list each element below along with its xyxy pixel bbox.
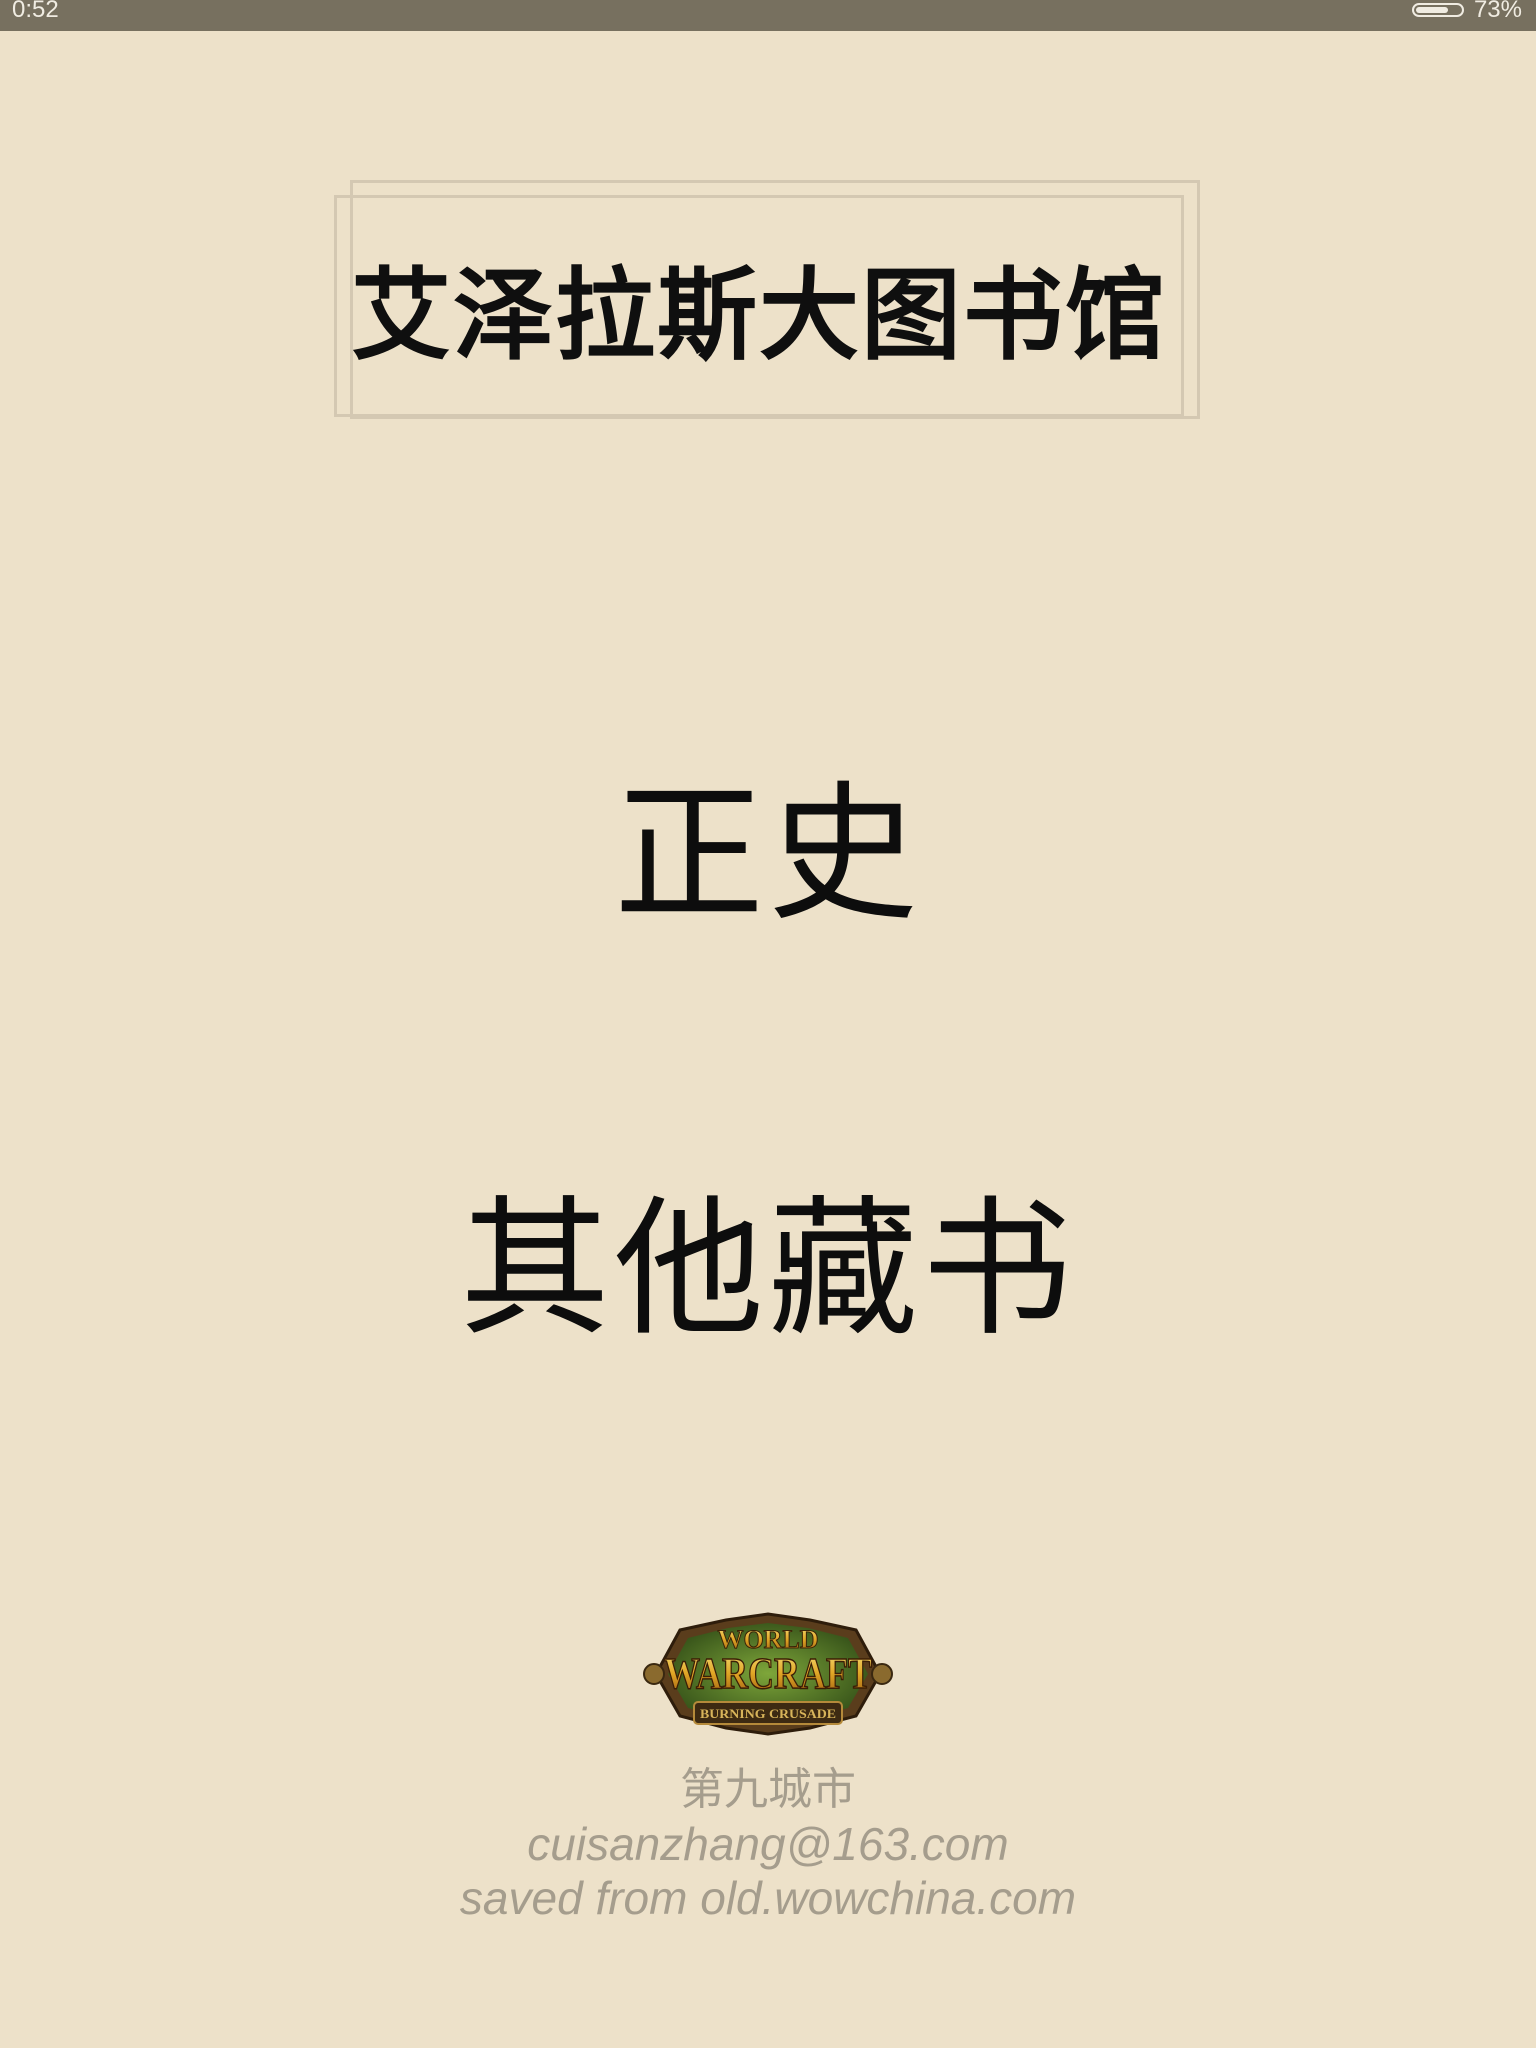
status-time: 0:52 (12, 0, 59, 23)
footer-source: saved from old.wowchina.com (459, 1872, 1077, 1924)
footer-author: 第九城市 (680, 1764, 856, 1815)
world-of-warcraft-logo: WORLD WARCRAFT BURNING CRUSADE (643, 1612, 893, 1736)
battery-percent: 73% (1473, 0, 1522, 23)
menu-item-official-history[interactable]: 正史 (0, 765, 1536, 945)
footer-email[interactable]: cuisanzhang@163.com (0, 1816, 1536, 1872)
logo-text-burning-crusade: BURNING CRUSADE (700, 1706, 836, 1721)
logo-text-warcraft: WARCRAFT (664, 1649, 872, 1698)
title-frame: 艾泽拉斯大图书馆 (334, 180, 1200, 419)
battery-icon (1411, 3, 1464, 17)
menu-item-other-books[interactable]: 其他藏书 (0, 1180, 1536, 1360)
status-bar: 0:52 73% (0, 0, 1536, 31)
battery-level (1415, 7, 1449, 13)
page-title: 艾泽拉斯大图书馆 (351, 256, 1167, 374)
status-indicators: 73% (1411, 0, 1522, 23)
